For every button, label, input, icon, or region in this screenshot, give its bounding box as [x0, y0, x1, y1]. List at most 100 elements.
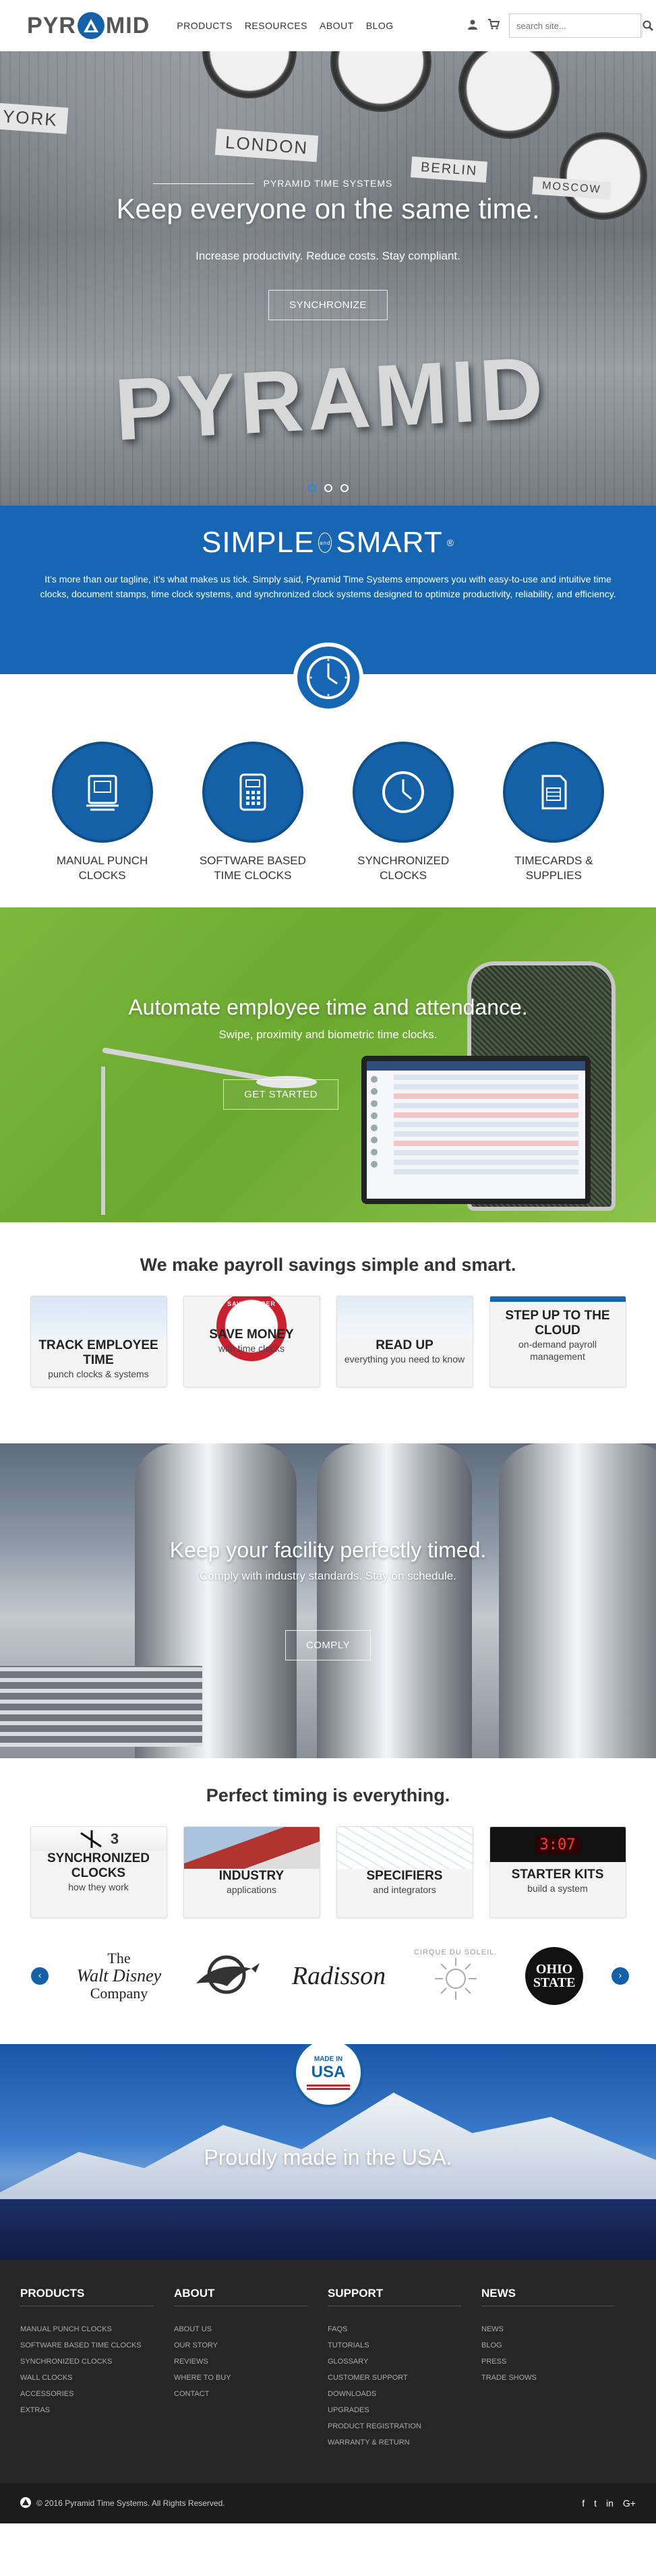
category-label: SYNCHRONIZED CLOCKS — [357, 854, 450, 882]
facility-content: Keep your facility perfectly timed. Comp… — [0, 1538, 656, 1660]
footer-link[interactable]: WHERE TO BUY — [174, 2370, 307, 2386]
footer-link[interactable]: NEWS — [481, 2321, 615, 2337]
card-save-money[interactable]: SAVINGS PER EMPLOYEE SAVE MONEY with tim… — [183, 1296, 320, 1387]
footer-link[interactable]: PRESS — [481, 2354, 615, 2370]
footer-link[interactable]: UPGRADES — [328, 2402, 461, 2418]
footer-link[interactable]: WALL CLOCKS — [20, 2370, 154, 2386]
category-timecards-supplies[interactable]: TIMECARDS & SUPPLIES — [486, 742, 621, 907]
card-title: READ UP — [376, 1338, 434, 1352]
timing-cards: 3 SYNCHRONIZED CLOCKS how they work INDU… — [0, 1826, 656, 1918]
card-title: SYNCHRONIZED CLOCKS — [47, 1851, 150, 1880]
google-plus-icon[interactable]: G+ — [623, 2498, 636, 2509]
simple-smart-section: SIMPLE and SMART ® It’s more than our ta… — [0, 506, 656, 713]
footer-link[interactable]: ABOUT US — [174, 2321, 307, 2337]
card-step-up-cloud[interactable]: STEP UP TO THE CLOUD on-demand payroll m… — [489, 1296, 626, 1387]
footer-link[interactable]: PRODUCT REGISTRATION — [328, 2418, 461, 2434]
wall-clock-icon — [353, 742, 454, 843]
footer-link[interactable]: OUR STORY — [174, 2337, 307, 2354]
footer-link[interactable]: SYNCHRONIZED CLOCKS — [20, 2354, 154, 2370]
pipes-image — [0, 1666, 202, 1747]
category-software-time-clocks[interactable]: SOFTWARE BASED TIME CLOCKS — [185, 742, 320, 907]
footer-link[interactable]: DOWNLOADS — [328, 2386, 461, 2402]
card-subtitle: applications — [227, 1884, 276, 1895]
card-title: TRACK EMPLOYEE TIME — [38, 1338, 158, 1367]
footer-heading: ABOUT — [174, 2287, 307, 2306]
footer-link[interactable]: FAQS — [328, 2321, 461, 2337]
app-row — [394, 1169, 578, 1174]
search-input[interactable] — [510, 14, 642, 37]
slider-dot[interactable] — [340, 484, 349, 492]
made-in-usa-badge: MADE IN USA — [293, 2044, 363, 2107]
footer-heading: PRODUCTS — [20, 2287, 154, 2306]
footer-link[interactable]: ACCESSORIES — [20, 2386, 154, 2402]
footer-link[interactable]: SOFTWARE BASED TIME CLOCKS — [20, 2337, 154, 2354]
hero-content: PYRAMID TIME SYSTEMS Keep everyone on th… — [0, 178, 656, 320]
nav-blog[interactable]: BLOG — [366, 20, 394, 31]
hero-eyebrow: PYRAMID TIME SYSTEMS — [0, 178, 656, 189]
category-label: SOFTWARE BASED TIME CLOCKS — [199, 854, 306, 882]
card-synchronized-clocks[interactable]: 3 SYNCHRONIZED CLOCKS how they work — [30, 1826, 167, 1918]
card-read-up[interactable]: READ UP everything you need to know — [336, 1296, 473, 1387]
page: PYR MID PRODUCTS RESOURCES ABOUT BLOG YO… — [0, 0, 656, 2576]
footer-link[interactable]: REVIEWS — [174, 2354, 307, 2370]
footer-link[interactable]: CUSTOMER SUPPORT — [328, 2370, 461, 2386]
cirque-logo-text: CIRQUE DU SOLEIL. — [413, 1948, 498, 1956]
card-subtitle: on-demand payroll management — [518, 1339, 597, 1362]
card-starter-kits[interactable]: 3:07 STARTER KITS build a system — [489, 1826, 626, 1918]
app-row — [394, 1131, 578, 1137]
footer-link[interactable]: CONTACT — [174, 2386, 307, 2402]
footer-link[interactable]: BLOG — [481, 2337, 615, 2354]
card-image — [489, 1296, 626, 1302]
card-title: INDUSTRY — [218, 1869, 285, 1883]
card-industry[interactable]: INDUSTRY applications — [183, 1826, 320, 1918]
pyramid-logo[interactable]: PYR MID — [27, 12, 150, 39]
get-started-button[interactable]: GET STARTED — [223, 1079, 338, 1110]
synchronize-button[interactable]: SYNCHRONIZE — [268, 290, 388, 320]
twitter-icon[interactable]: t — [594, 2498, 597, 2509]
main-nav: PRODUCTS RESOURCES ABOUT BLOG — [177, 20, 393, 31]
comply-button[interactable]: COMPLY — [285, 1630, 371, 1660]
card-title: SAVE MONEY — [209, 1327, 294, 1342]
facebook-icon[interactable]: f — [582, 2498, 585, 2509]
slider-dots — [0, 484, 656, 492]
logo-pyramid-icon — [77, 12, 105, 39]
slider-dot[interactable] — [307, 484, 316, 492]
category-synchronized-clocks[interactable]: SYNCHRONIZED CLOCKS — [336, 742, 471, 907]
ohio-state-logo: OHIO STATE — [525, 1947, 584, 2005]
linkedin-icon[interactable]: in — [606, 2498, 614, 2509]
and-mark: and — [318, 533, 332, 553]
city-label: YORK — [0, 102, 68, 134]
card-specifiers[interactable]: SPECIFIERS and integrators — [336, 1826, 473, 1918]
nav-products[interactable]: PRODUCTS — [177, 20, 233, 31]
card-image: 3:07 — [489, 1827, 626, 1862]
nav-resources[interactable]: RESOURCES — [245, 20, 307, 31]
carousel-prev-icon[interactable]: ‹ — [31, 1967, 49, 1985]
card-title: STARTER KITS — [511, 1867, 604, 1882]
footer-link[interactable]: TUTORIALS — [328, 2337, 461, 2354]
facility-title: Keep your facility perfectly timed. — [169, 1538, 487, 1562]
clock-badge-icon — [293, 642, 363, 713]
hero-slider: YORK LONDON BERLIN MOSCOW PYRAMID PYRAMI… — [0, 51, 656, 506]
footer-link[interactable]: GLOSSARY — [328, 2354, 461, 2370]
hero-title: Keep everyone on the same time. — [116, 193, 540, 224]
footer-link[interactable]: MANUAL PUNCH CLOCKS — [20, 2321, 154, 2337]
user-icon[interactable] — [467, 19, 478, 32]
footer-col-news: NEWS NEWS BLOG PRESS TRADE SHOWS — [481, 2287, 635, 2483]
card-track-employee-time[interactable]: TRACK EMPLOYEE TIME punch clocks & syste… — [30, 1296, 167, 1387]
footer-link[interactable]: WARRANTY & RETURN — [328, 2434, 461, 2451]
cart-icon[interactable] — [487, 19, 500, 32]
search-icon[interactable] — [642, 14, 653, 37]
category-manual-punch-clocks[interactable]: MANUAL PUNCH CLOCKS — [35, 742, 170, 907]
timing-section: Perfect timing is everything. 3 SYNCHRON… — [0, 1758, 656, 1935]
footer-link[interactable]: TRADE SHOWS — [481, 2370, 615, 2386]
slider-dot[interactable] — [324, 484, 332, 492]
nav-about[interactable]: ABOUT — [320, 20, 354, 31]
copyright: © 2016 Pyramid Time Systems. All Rights … — [36, 2498, 225, 2508]
disney-logo-text: Walt Disney — [76, 1966, 162, 1985]
carousel-next-icon[interactable]: › — [611, 1967, 629, 1985]
digital-clock-display: 3:07 — [535, 1836, 580, 1853]
keypad-clock-icon — [202, 742, 303, 843]
footer-bottom-bar: © 2016 Pyramid Time Systems. All Rights … — [0, 2483, 656, 2523]
footer-link[interactable]: EXTRAS — [20, 2402, 154, 2418]
card-image — [30, 1296, 167, 1338]
